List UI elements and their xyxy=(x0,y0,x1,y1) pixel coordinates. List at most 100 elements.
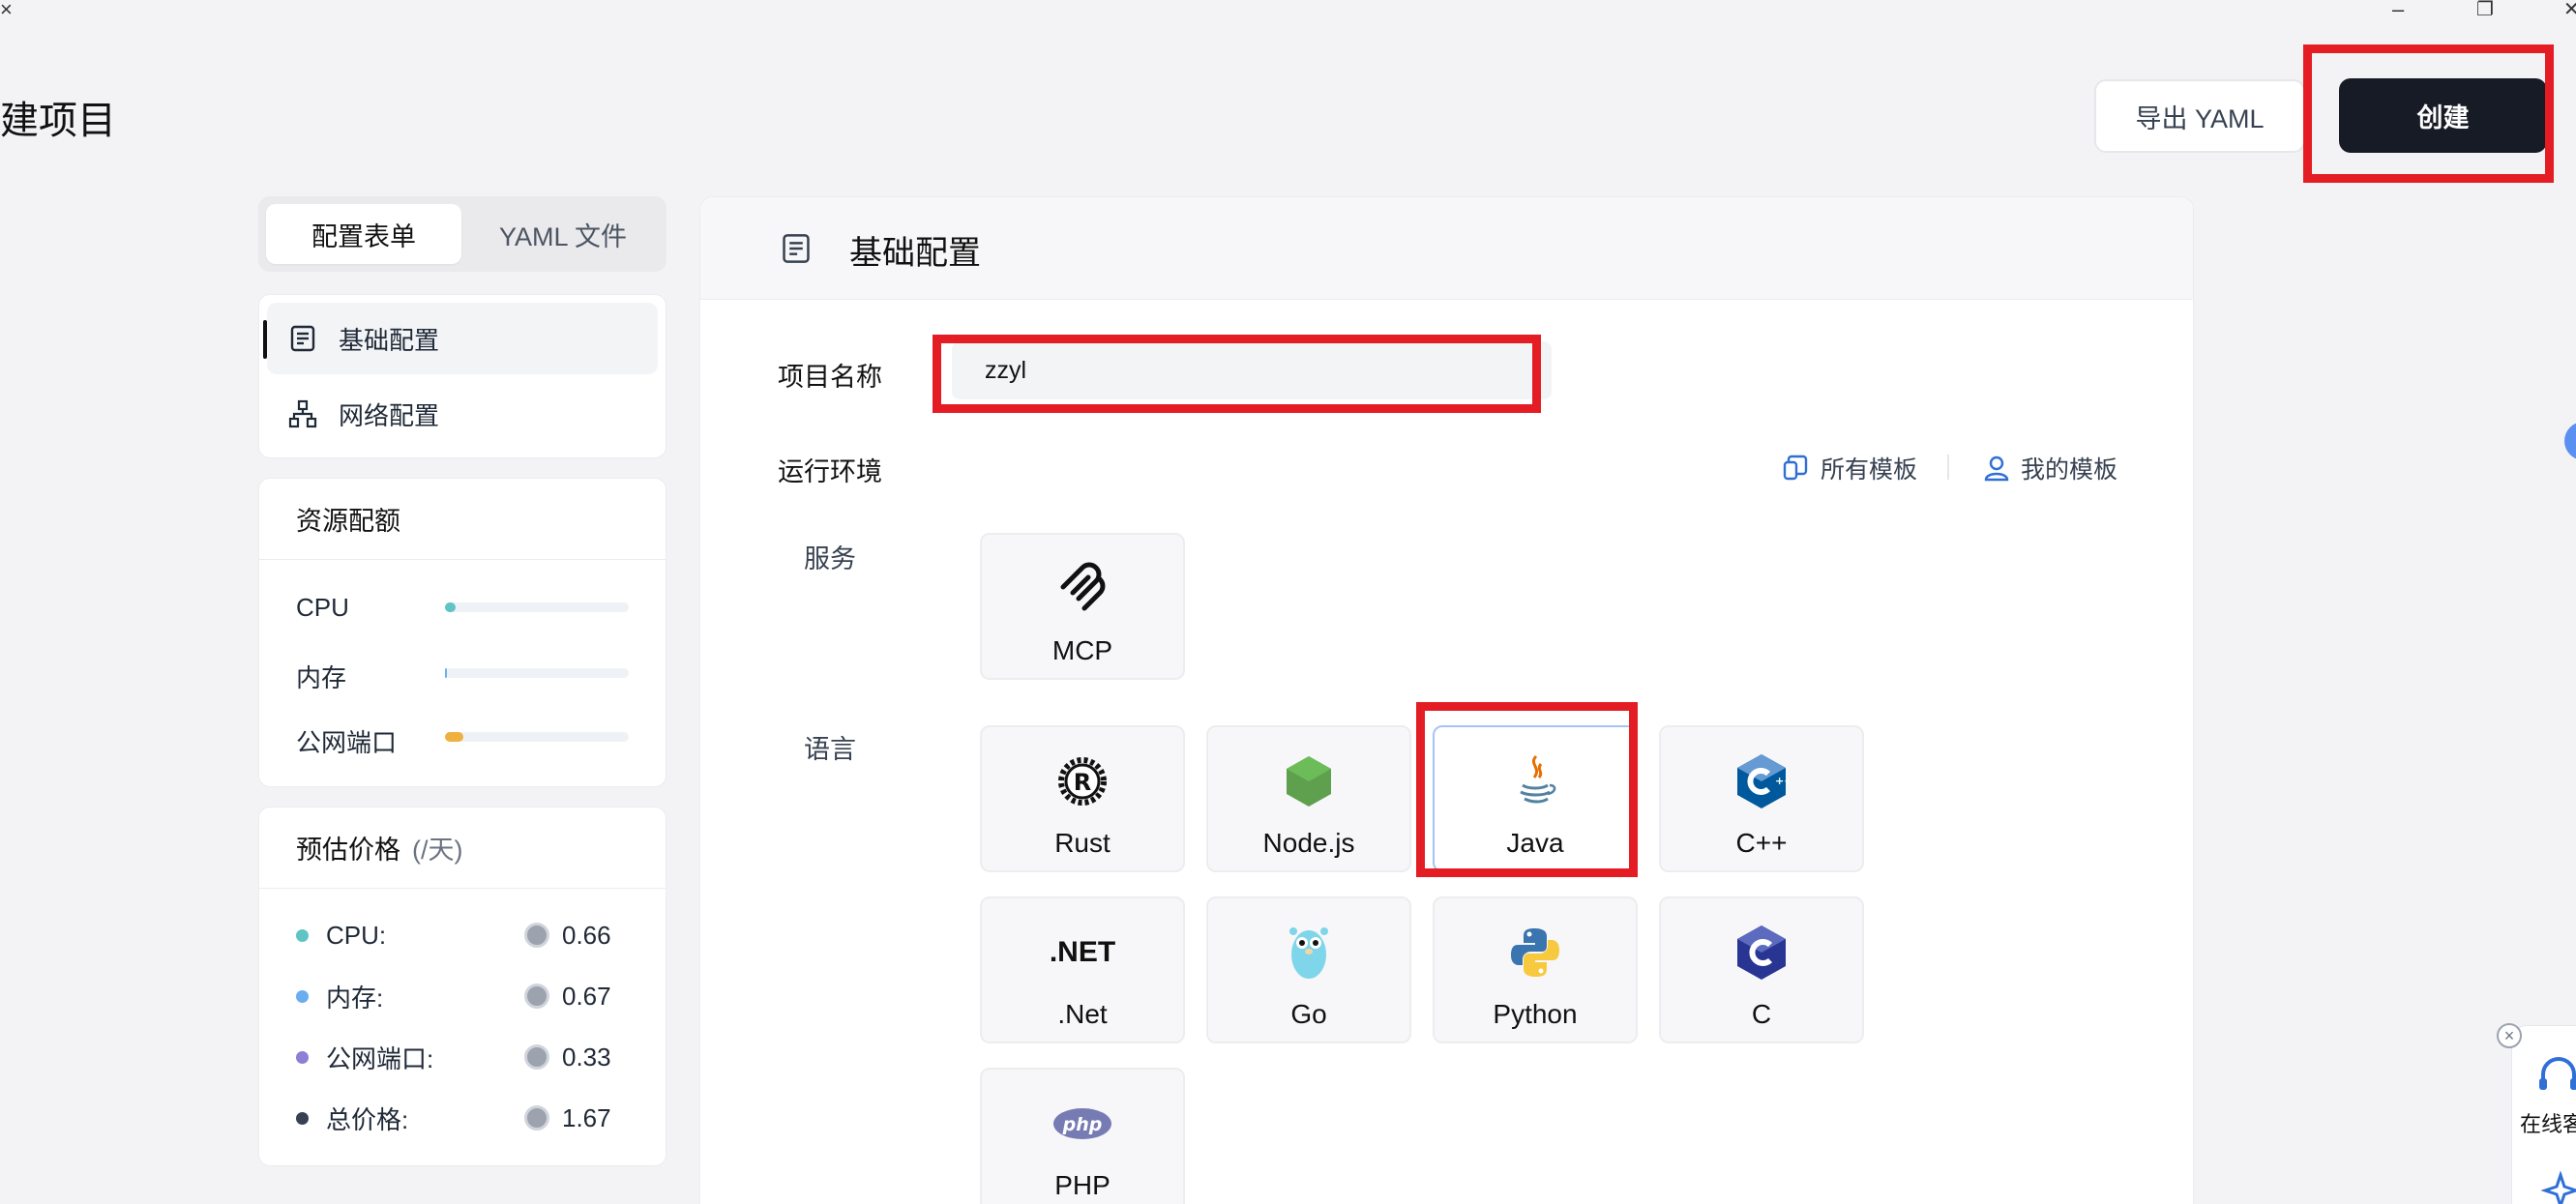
coin-icon xyxy=(524,984,549,1009)
legend-dot xyxy=(296,1050,309,1064)
resource-label-public-port: 公网端口 xyxy=(296,728,398,757)
highlight-box-java xyxy=(1416,702,1638,877)
coin-icon xyxy=(524,1105,549,1131)
my-templates-label: 我的模板 xyxy=(2021,456,2118,484)
network-icon xyxy=(288,399,317,428)
tab-yaml-file[interactable]: YAML 文件 xyxy=(465,204,661,264)
resource-label-memory: 内存 xyxy=(296,663,347,692)
highlight-box-create xyxy=(2303,44,2554,183)
nav-item-network-config[interactable]: 网络配置 xyxy=(267,378,658,450)
my-templates-link[interactable]: 我的模板 xyxy=(1982,451,2117,485)
restore-icon[interactable]: ❐ xyxy=(2476,0,2494,19)
language-tile-go[interactable]: Go xyxy=(1206,896,1411,1043)
resource-bar-fill xyxy=(445,602,457,612)
coin-icon xyxy=(524,923,549,948)
go-gopher-icon xyxy=(1208,924,1409,982)
resource-quota-card: 资源配额 CPU 内存 公网端口 xyxy=(258,478,666,787)
online-service-widget[interactable]: 在线客 xyxy=(2511,1025,2576,1204)
service-tile-mcp[interactable]: MCP xyxy=(980,533,1185,680)
price-value: 0.67 xyxy=(562,981,611,1011)
close-icon[interactable]: ✕ xyxy=(2563,0,2576,19)
close-left-icon[interactable]: × xyxy=(0,0,13,20)
tile-label: Rust xyxy=(1054,828,1110,858)
price-row-cpu: CPU: 0.66 xyxy=(296,918,644,953)
coin-icon xyxy=(524,1044,549,1070)
tile-label: .Net xyxy=(1057,999,1108,1029)
panel-title: 基础配置 xyxy=(849,235,981,272)
price-row-public-port: 公网端口: 0.33 xyxy=(296,1040,644,1074)
minimize-icon[interactable]: – xyxy=(2392,0,2404,20)
nav-item-label: 基础配置 xyxy=(339,325,440,355)
price-estimate-title: 预估价格 (/天) xyxy=(259,808,666,889)
language-tile-c[interactable]: C xyxy=(1659,896,1864,1043)
price-title-text: 预估价格 xyxy=(296,836,400,865)
all-templates-label: 所有模板 xyxy=(1821,456,1918,484)
widget-close-icon[interactable]: × xyxy=(2497,1023,2522,1048)
tile-label: C++ xyxy=(1735,828,1788,858)
price-unit: (/天) xyxy=(412,836,463,865)
resource-label-cpu: CPU xyxy=(296,593,349,622)
resource-bar-public-port xyxy=(445,732,629,742)
form-icon xyxy=(783,234,810,263)
language-tile-nodejs[interactable]: Node.js xyxy=(1206,725,1411,872)
headset-icon xyxy=(2539,1057,2576,1090)
resource-bar-fill xyxy=(445,732,463,742)
mcp-icon xyxy=(982,560,1183,618)
all-templates-link[interactable]: 所有模板 xyxy=(1782,451,1917,485)
tile-label: C xyxy=(1751,999,1772,1029)
dotnet-icon: .NET xyxy=(982,924,1183,982)
tile-label: Python xyxy=(1493,999,1578,1029)
tab-config-form[interactable]: 配置表单 xyxy=(266,204,461,264)
resource-bar-fill xyxy=(445,668,447,678)
resource-bar-cpu xyxy=(445,602,629,612)
online-service-label: 在线客 xyxy=(2520,1112,2576,1136)
highlight-box-project-name xyxy=(933,335,1541,413)
legend-dot xyxy=(296,928,309,942)
price-label: 总价格: xyxy=(326,1104,409,1134)
dotnet-logo-text: .NET xyxy=(1049,936,1116,968)
page-title: 建项目 xyxy=(0,100,116,142)
price-label: CPU: xyxy=(326,920,387,950)
mode-switch: 配置表单 YAML 文件 xyxy=(258,196,666,272)
python-icon xyxy=(1435,924,1636,982)
language-tile-cpp[interactable]: ++ C++ xyxy=(1659,725,1864,872)
price-value: 0.33 xyxy=(562,1042,611,1072)
side-tab-icon[interactable] xyxy=(2564,422,2576,460)
tile-label: Go xyxy=(1290,999,1327,1029)
rust-icon: R xyxy=(982,752,1183,810)
user-icon xyxy=(1984,455,2009,482)
price-label: 公网端口: xyxy=(326,1043,434,1073)
resource-bar-memory xyxy=(445,668,629,678)
price-row-memory: 内存: 0.67 xyxy=(296,979,644,1013)
tile-label: PHP xyxy=(1054,1170,1110,1200)
legend-dot xyxy=(296,989,309,1003)
section-nav: 基础配置 网络配置 xyxy=(258,294,666,458)
language-tile-php[interactable]: php PHP xyxy=(980,1068,1185,1204)
cpp-icon: ++ xyxy=(1661,752,1862,810)
nav-item-label: 网络配置 xyxy=(339,400,440,430)
price-value: 1.67 xyxy=(562,1102,611,1132)
tile-label: MCP xyxy=(1051,635,1113,665)
service-label: 服务 xyxy=(804,544,856,573)
panel-header: 基础配置 xyxy=(700,197,2193,300)
sparkle-icon xyxy=(2541,1171,2576,1204)
svg-text:R: R xyxy=(1074,769,1091,796)
nav-item-basic-config[interactable]: 基础配置 xyxy=(263,303,658,374)
form-icon xyxy=(290,325,315,352)
active-indicator xyxy=(263,320,267,359)
divider xyxy=(1947,455,1949,480)
export-yaml-button[interactable]: 导出 YAML xyxy=(2094,79,2305,153)
price-row-total: 总价格: 1.67 xyxy=(296,1101,644,1135)
runtime-label: 运行环境 xyxy=(778,457,882,486)
price-label: 内存: xyxy=(326,983,384,1013)
language-tile-dotnet[interactable]: .NET .Net xyxy=(980,896,1185,1043)
tile-label: Node.js xyxy=(1262,828,1355,858)
price-value: 0.66 xyxy=(562,920,611,950)
php-icon: php xyxy=(982,1095,1183,1153)
language-tile-rust[interactable]: R Rust xyxy=(980,725,1185,872)
resource-quota-title: 资源配额 xyxy=(259,479,666,560)
price-estimate-card: 预估价格 (/天) CPU: 0.66 内存: 0.67 公网端口: 0.33 … xyxy=(258,807,666,1166)
language-tile-python[interactable]: Python xyxy=(1433,896,1638,1043)
language-label: 语言 xyxy=(804,735,856,764)
svg-text:++: ++ xyxy=(1775,775,1789,787)
